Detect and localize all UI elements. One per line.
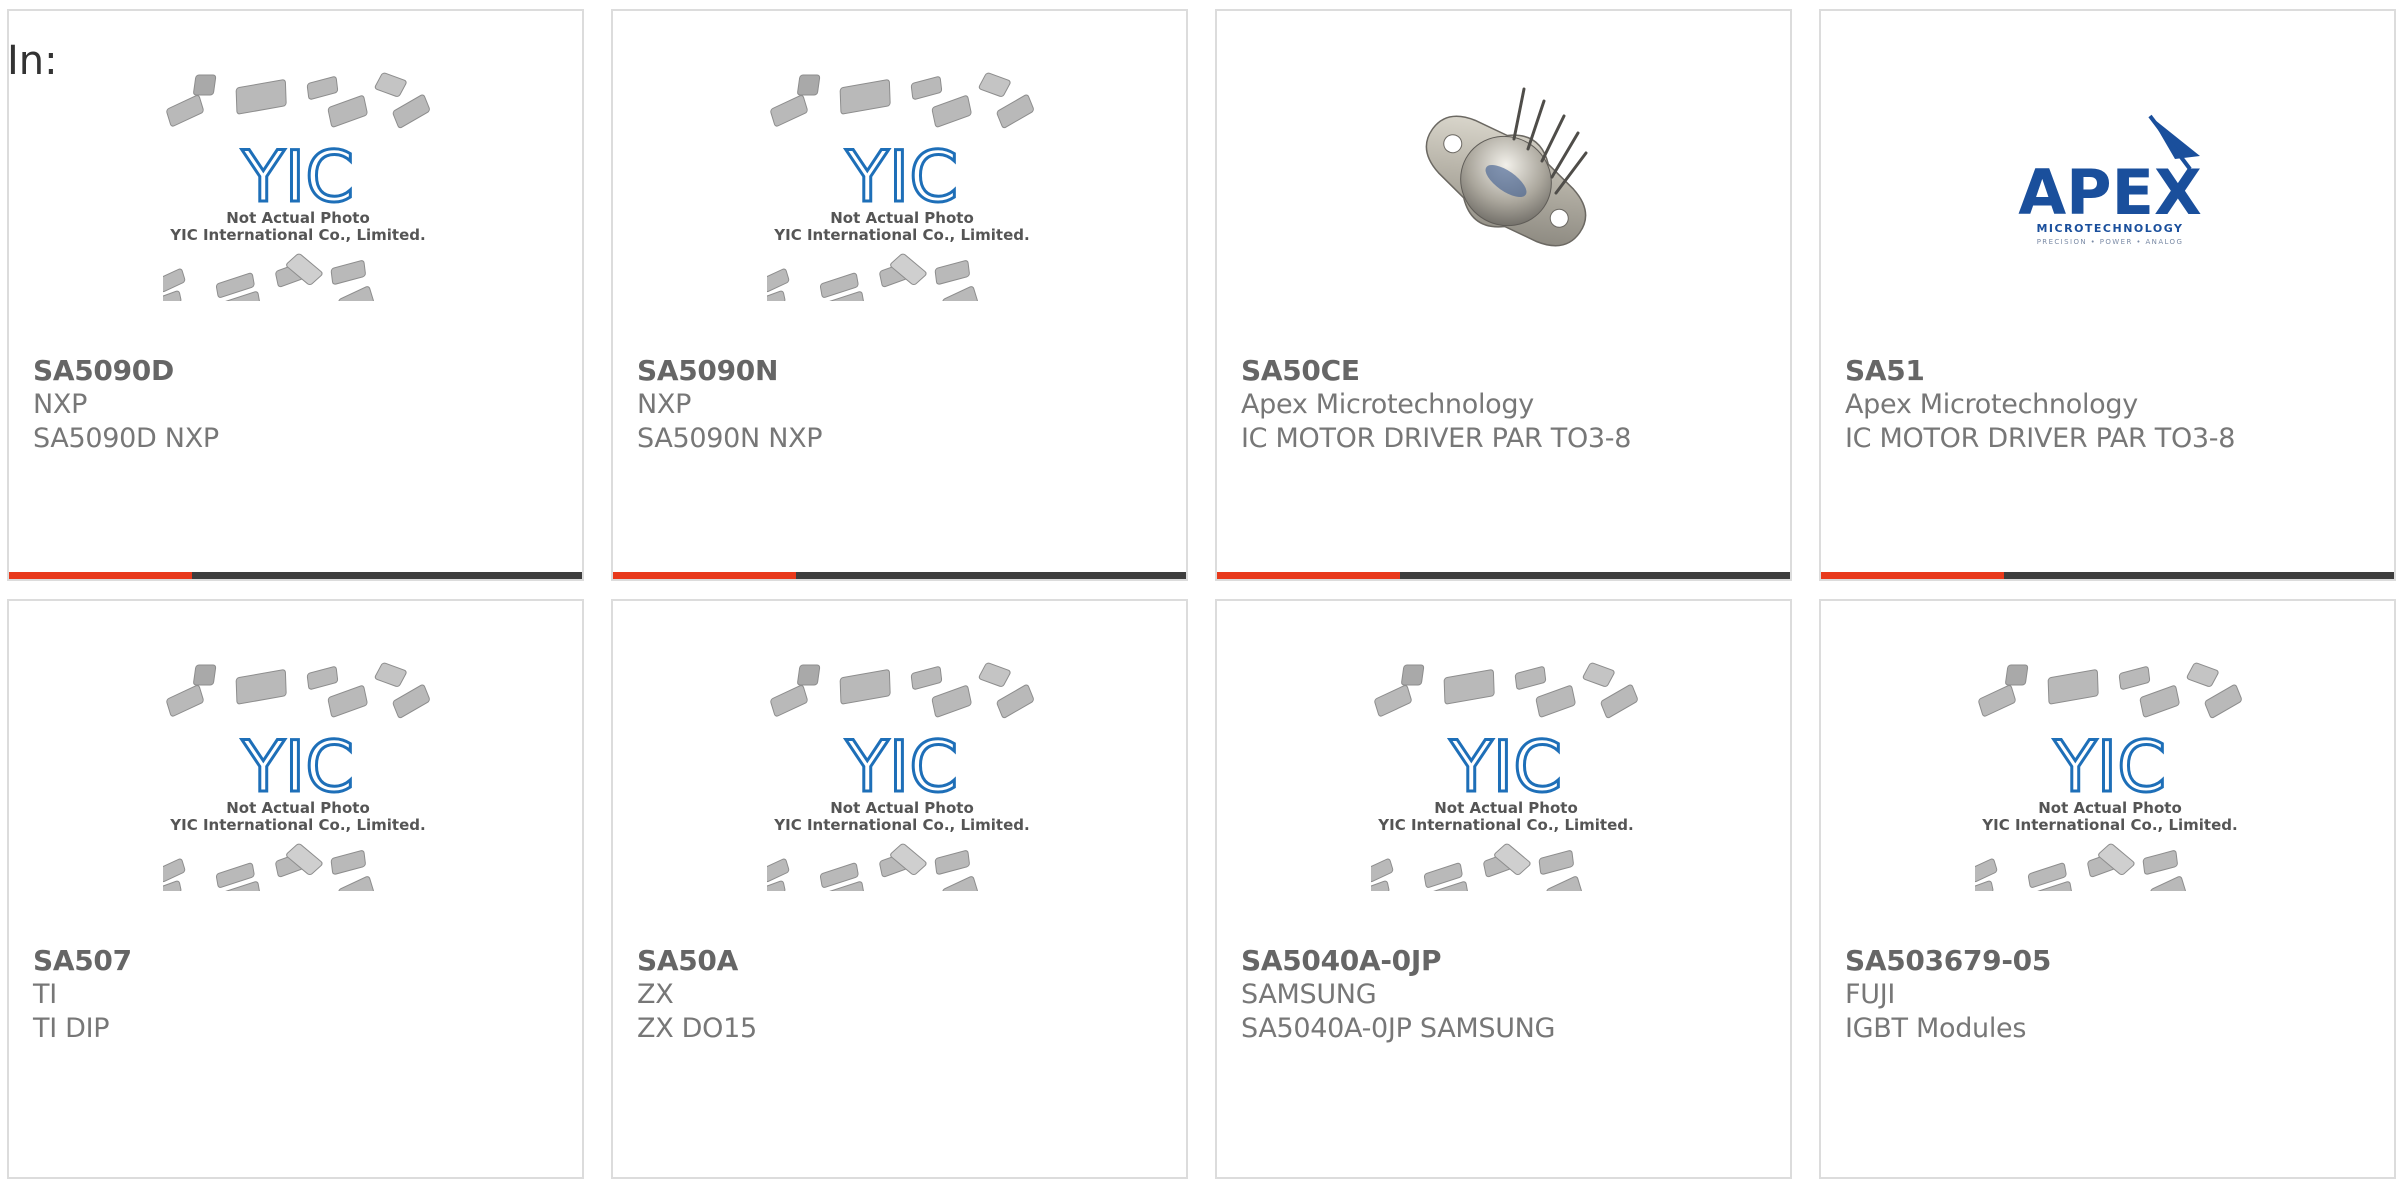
product-image-placeholder[interactable]: YIC Not Actual Photo YIC International Co.…	[9, 61, 582, 351]
part-number[interactable]: SA50CE	[1241, 354, 1360, 387]
product-image-to3[interactable]	[1217, 61, 1790, 351]
not-actual-photo-icon: YICNot Actual PhotoYIC International Co.…	[1370, 662, 1638, 891]
card-bar-accent	[1821, 572, 2004, 579]
not-actual-photo-caption: Not Actual Photo	[2038, 799, 2182, 817]
yic-company-caption: YIC International Co., Limited.	[169, 226, 425, 244]
product-card[interactable]: YIC Not Actual Photo YIC International Co.…	[611, 599, 1188, 1179]
product-card[interactable]: YIC Not Actual Photo YIC International Co.…	[7, 599, 584, 1179]
description: SA5090N NXP	[637, 423, 823, 454]
part-number[interactable]: SA507	[33, 944, 132, 977]
page-heading-in: In:	[7, 38, 58, 84]
yic-logo: YIC	[844, 136, 957, 218]
card-bar-accent	[613, 572, 796, 579]
manufacturer: FUJI	[1845, 979, 1896, 1010]
part-number[interactable]: SA51	[1845, 354, 1925, 387]
not-actual-photo-icon: YICNot Actual PhotoYIC International Co.…	[162, 72, 430, 301]
product-image-placeholder[interactable]: YIC Not Actual Photo YIC International Co.…	[613, 651, 1186, 941]
part-number[interactable]: SA503679-05	[1845, 944, 2051, 977]
manufacturer: TI	[33, 979, 57, 1010]
card-bar	[1217, 572, 1790, 579]
part-number[interactable]: SA5090D	[33, 354, 174, 387]
not-actual-photo-caption: Not Actual Photo	[226, 209, 370, 227]
apex-logo-text: APEX	[2018, 156, 2202, 229]
part-number[interactable]: SA5040A-0JP	[1241, 944, 1441, 977]
not-actual-photo-caption: Not Actual Photo	[830, 799, 974, 817]
yic-logo: YIC	[2052, 726, 2165, 808]
product-image-placeholder[interactable]: YIC Not Actual Photo YIC International Co.…	[1821, 651, 2394, 941]
part-number[interactable]: SA50A	[637, 944, 738, 977]
card-bar-accent	[9, 572, 192, 579]
manufacturer: NXP	[637, 389, 692, 420]
card-bar	[613, 572, 1186, 579]
product-card[interactable]: YIC Not Actual Photo YIC International Co.…	[7, 9, 584, 581]
not-actual-photo-caption: Not Actual Photo	[830, 209, 974, 227]
product-card[interactable]: YIC Not Actual Photo YIC International Co.…	[611, 9, 1188, 581]
description: IC MOTOR DRIVER PAR TO3-8	[1241, 423, 1632, 454]
not-actual-photo-icon: YICNot Actual PhotoYIC International Co.…	[766, 662, 1034, 891]
description: SA5040A-0JP SAMSUNG	[1241, 1013, 1556, 1044]
yic-logo: YIC	[240, 726, 353, 808]
card-bar-accent	[1217, 572, 1400, 579]
apex-logo-icon: APEX MICROTECHNOLOGY PRECISION • POWER •…	[2018, 114, 2202, 246]
yic-logo: YIC	[1448, 726, 1561, 808]
apex-subtag: PRECISION • POWER • ANALOG	[2036, 238, 2183, 246]
card-bar	[1821, 572, 2394, 579]
product-image-apex[interactable]: APEX MICROTECHNOLOGY PRECISION • POWER •…	[1821, 61, 2394, 351]
product-card[interactable]: YIC Not Actual Photo YIC International Co.…	[1819, 599, 2396, 1179]
product-card[interactable]: APEX MICROTECHNOLOGY PRECISION • POWER •…	[1819, 9, 2396, 581]
description: IC MOTOR DRIVER PAR TO3-8	[1845, 423, 2236, 454]
yic-company-caption: YIC International Co., Limited.	[1377, 816, 1633, 834]
description: ZX DO15	[637, 1013, 757, 1044]
product-image-placeholder[interactable]: YIC Not Actual Photo YIC International Co.…	[1217, 651, 1790, 941]
yic-company-caption: YIC International Co., Limited.	[773, 816, 1029, 834]
part-number[interactable]: SA5090N	[637, 354, 778, 387]
manufacturer: Apex Microtechnology	[1241, 389, 1534, 420]
manufacturer: Apex Microtechnology	[1845, 389, 2138, 420]
yic-company-caption: YIC International Co., Limited.	[773, 226, 1029, 244]
apex-tagline: MICROTECHNOLOGY	[2036, 222, 2183, 235]
manufacturer: SAMSUNG	[1241, 979, 1377, 1010]
description: IGBT Modules	[1845, 1013, 2027, 1044]
not-actual-photo-icon: YICNot Actual PhotoYIC International Co.…	[162, 662, 430, 891]
not-actual-photo-icon: YICNot Actual PhotoYIC International Co.…	[1974, 662, 2242, 891]
yic-logo: YIC	[240, 136, 353, 218]
not-actual-photo-caption: Not Actual Photo	[226, 799, 370, 817]
yic-company-caption: YIC International Co., Limited.	[169, 816, 425, 834]
product-card[interactable]: YIC Not Actual Photo YIC International Co.…	[1215, 599, 1792, 1179]
product-image-placeholder[interactable]: YIC Not Actual Photo YIC International Co.…	[613, 61, 1186, 351]
product-card[interactable]: SA50CE Apex Microtechnology IC MOTOR DRI…	[1215, 9, 1792, 581]
manufacturer: NXP	[33, 389, 88, 420]
yic-company-caption: YIC International Co., Limited.	[1981, 816, 2237, 834]
yic-logo: YIC	[844, 726, 957, 808]
not-actual-photo-icon: YICNot Actual PhotoYIC International Co.…	[766, 72, 1034, 301]
manufacturer: ZX	[637, 979, 674, 1010]
card-bar	[9, 572, 582, 579]
to3-package-icon	[1425, 87, 1587, 247]
product-image-placeholder[interactable]: YIC Not Actual Photo YIC International Co.…	[9, 651, 582, 941]
description: SA5090D NXP	[33, 423, 219, 454]
description: TI DIP	[33, 1013, 110, 1044]
not-actual-photo-caption: Not Actual Photo	[1434, 799, 1578, 817]
